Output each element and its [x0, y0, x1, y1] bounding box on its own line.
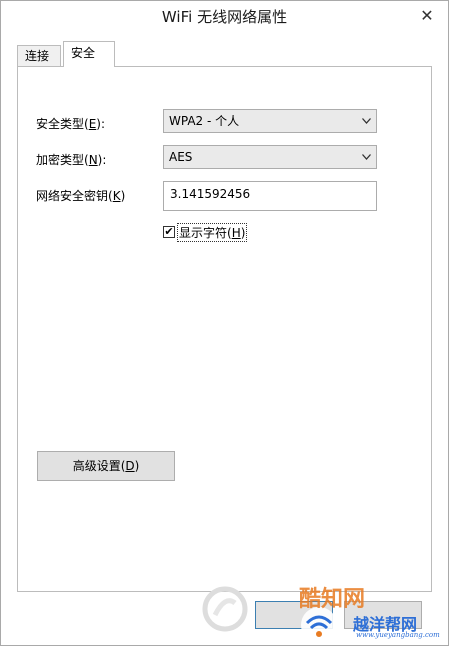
security-type-select[interactable]: WPA2 - 个人	[163, 109, 377, 133]
show-characters-label[interactable]: 显示字符(H)	[177, 222, 248, 242]
security-type-label: 安全类型(E):	[36, 117, 106, 131]
chevron-down-icon	[362, 118, 371, 124]
ok-button[interactable]	[255, 601, 333, 629]
network-key-label: 网络安全密钥(K)	[36, 189, 126, 203]
advanced-settings-button[interactable]: 高级设置(D)	[37, 451, 175, 481]
check-icon: ✔	[164, 225, 174, 238]
tab-security[interactable]: 安全	[63, 41, 115, 67]
encryption-type-label: 加密类型(N):	[36, 153, 107, 167]
encryption-type-value: AES	[169, 150, 193, 164]
chevron-down-icon	[362, 154, 371, 160]
tab-connection[interactable]: 连接	[17, 45, 61, 66]
show-characters-checkbox[interactable]: ✔	[163, 226, 175, 238]
security-type-value: WPA2 - 个人	[169, 114, 240, 128]
watermark-url: www.yueyangbang.com	[356, 631, 440, 639]
network-key-input[interactable]: 3.141592456	[163, 181, 377, 211]
show-characters-checkbox-row[interactable]: ✔ 显示字符(H)	[163, 222, 248, 242]
close-icon: ✕	[420, 5, 434, 25]
wifi-properties-dialog: WiFi 无线网络属性 ✕ 连接 安全 安全类型(E): WPA2 - 个人 加…	[0, 0, 449, 646]
title-bar: WiFi 无线网络属性 ✕	[1, 1, 448, 33]
security-panel: 安全类型(E): WPA2 - 个人 加密类型(N): AES 网络安全密钥(K…	[17, 66, 432, 592]
close-button[interactable]: ✕	[414, 4, 440, 26]
watermark-logo-icon	[202, 586, 248, 632]
cancel-button[interactable]	[344, 601, 422, 629]
encryption-type-select[interactable]: AES	[163, 145, 377, 169]
window-title: WiFi 无线网络属性	[161, 8, 288, 26]
